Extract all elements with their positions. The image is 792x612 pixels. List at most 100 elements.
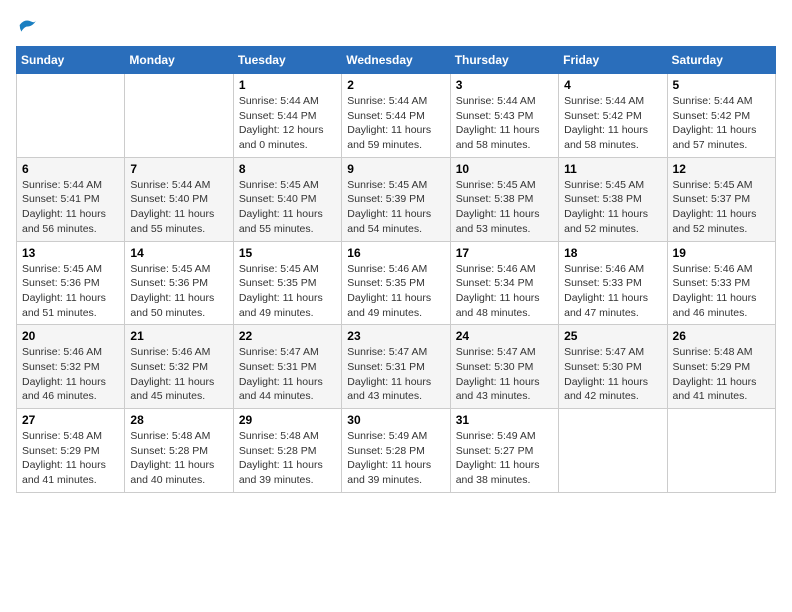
day-info: Sunrise: 5:45 AM Sunset: 5:39 PM Dayligh… [347, 178, 444, 237]
calendar-cell: 22 Sunrise: 5:47 AM Sunset: 5:31 PM Dayli… [233, 325, 341, 409]
day-info: Sunrise: 5:46 AM Sunset: 5:32 PM Dayligh… [22, 345, 119, 404]
day-number: 20 [22, 329, 119, 343]
day-info: Sunrise: 5:46 AM Sunset: 5:33 PM Dayligh… [564, 262, 661, 321]
day-number: 31 [456, 413, 553, 427]
day-info: Sunrise: 5:45 AM Sunset: 5:38 PM Dayligh… [564, 178, 661, 237]
calendar-week-4: 20 Sunrise: 5:46 AM Sunset: 5:32 PM Dayli… [17, 325, 776, 409]
calendar-table: SundayMondayTuesdayWednesdayThursdayFrid… [16, 46, 776, 493]
calendar-cell: 30 Sunrise: 5:49 AM Sunset: 5:28 PM Dayli… [342, 409, 450, 493]
calendar-cell: 29 Sunrise: 5:48 AM Sunset: 5:28 PM Dayli… [233, 409, 341, 493]
calendar-cell: 10 Sunrise: 5:45 AM Sunset: 5:38 PM Dayli… [450, 157, 558, 241]
day-number: 3 [456, 78, 553, 92]
calendar-cell: 26 Sunrise: 5:48 AM Sunset: 5:29 PM Dayli… [667, 325, 775, 409]
day-info: Sunrise: 5:45 AM Sunset: 5:36 PM Dayligh… [22, 262, 119, 321]
day-number: 30 [347, 413, 444, 427]
calendar-cell: 13 Sunrise: 5:45 AM Sunset: 5:36 PM Dayli… [17, 241, 125, 325]
calendar-cell: 3 Sunrise: 5:44 AM Sunset: 5:43 PM Daylig… [450, 74, 558, 158]
page-header [16, 16, 776, 34]
calendar-cell: 28 Sunrise: 5:48 AM Sunset: 5:28 PM Dayli… [125, 409, 233, 493]
day-info: Sunrise: 5:48 AM Sunset: 5:28 PM Dayligh… [239, 429, 336, 488]
calendar-cell: 23 Sunrise: 5:47 AM Sunset: 5:31 PM Dayli… [342, 325, 450, 409]
day-number: 10 [456, 162, 553, 176]
calendar-week-3: 13 Sunrise: 5:45 AM Sunset: 5:36 PM Dayli… [17, 241, 776, 325]
logo-bird-icon [18, 16, 38, 34]
calendar-header: SundayMondayTuesdayWednesdayThursdayFrid… [17, 47, 776, 74]
day-info: Sunrise: 5:44 AM Sunset: 5:43 PM Dayligh… [456, 94, 553, 153]
day-number: 26 [673, 329, 770, 343]
calendar-cell: 11 Sunrise: 5:45 AM Sunset: 5:38 PM Dayli… [559, 157, 667, 241]
calendar-cell: 6Sunrise: 5:44 AM Sunset: 5:41 PM Daylig… [17, 157, 125, 241]
calendar-cell [125, 74, 233, 158]
day-info: Sunrise: 5:44 AM Sunset: 5:44 PM Dayligh… [347, 94, 444, 153]
calendar-cell: 20 Sunrise: 5:46 AM Sunset: 5:32 PM Dayli… [17, 325, 125, 409]
day-number: 2 [347, 78, 444, 92]
day-info: Sunrise: 5:45 AM Sunset: 5:35 PM Dayligh… [239, 262, 336, 321]
calendar-cell: 25Sunrise: 5:47 AM Sunset: 5:30 PM Dayli… [559, 325, 667, 409]
day-number: 6 [22, 162, 119, 176]
calendar-cell: 31 Sunrise: 5:49 AM Sunset: 5:27 PM Dayli… [450, 409, 558, 493]
calendar-cell: 27 Sunrise: 5:48 AM Sunset: 5:29 PM Dayli… [17, 409, 125, 493]
day-info: Sunrise: 5:49 AM Sunset: 5:28 PM Dayligh… [347, 429, 444, 488]
day-info: Sunrise: 5:49 AM Sunset: 5:27 PM Dayligh… [456, 429, 553, 488]
day-number: 13 [22, 246, 119, 260]
calendar-week-1: 1 Sunrise: 5:44 AM Sunset: 5:44 PM Daylig… [17, 74, 776, 158]
calendar-cell: 12Sunrise: 5:45 AM Sunset: 5:37 PM Dayli… [667, 157, 775, 241]
weekday-header-monday: Monday [125, 47, 233, 74]
day-number: 24 [456, 329, 553, 343]
calendar-cell: 16Sunrise: 5:46 AM Sunset: 5:35 PM Dayli… [342, 241, 450, 325]
day-info: Sunrise: 5:47 AM Sunset: 5:31 PM Dayligh… [347, 345, 444, 404]
day-number: 15 [239, 246, 336, 260]
calendar-cell: 9 Sunrise: 5:45 AM Sunset: 5:39 PM Daylig… [342, 157, 450, 241]
weekday-header-sunday: Sunday [17, 47, 125, 74]
day-number: 9 [347, 162, 444, 176]
day-number: 12 [673, 162, 770, 176]
weekday-header-tuesday: Tuesday [233, 47, 341, 74]
day-number: 22 [239, 329, 336, 343]
weekday-header-thursday: Thursday [450, 47, 558, 74]
day-number: 5 [673, 78, 770, 92]
day-number: 23 [347, 329, 444, 343]
calendar-cell: 8Sunrise: 5:45 AM Sunset: 5:40 PM Daylig… [233, 157, 341, 241]
day-info: Sunrise: 5:44 AM Sunset: 5:44 PM Dayligh… [239, 94, 336, 153]
day-number: 14 [130, 246, 227, 260]
weekday-header-friday: Friday [559, 47, 667, 74]
day-number: 1 [239, 78, 336, 92]
calendar-cell: 14Sunrise: 5:45 AM Sunset: 5:36 PM Dayli… [125, 241, 233, 325]
calendar-cell: 5 Sunrise: 5:44 AM Sunset: 5:42 PM Daylig… [667, 74, 775, 158]
day-info: Sunrise: 5:47 AM Sunset: 5:30 PM Dayligh… [456, 345, 553, 404]
day-info: Sunrise: 5:48 AM Sunset: 5:29 PM Dayligh… [673, 345, 770, 404]
calendar-cell: 4Sunrise: 5:44 AM Sunset: 5:42 PM Daylig… [559, 74, 667, 158]
day-info: Sunrise: 5:45 AM Sunset: 5:38 PM Dayligh… [456, 178, 553, 237]
day-number: 18 [564, 246, 661, 260]
calendar-cell: 15 Sunrise: 5:45 AM Sunset: 5:35 PM Dayli… [233, 241, 341, 325]
logo [16, 16, 38, 34]
day-info: Sunrise: 5:46 AM Sunset: 5:33 PM Dayligh… [673, 262, 770, 321]
day-number: 25 [564, 329, 661, 343]
calendar-cell: 17Sunrise: 5:46 AM Sunset: 5:34 PM Dayli… [450, 241, 558, 325]
calendar-cell [17, 74, 125, 158]
day-info: Sunrise: 5:48 AM Sunset: 5:28 PM Dayligh… [130, 429, 227, 488]
day-number: 11 [564, 162, 661, 176]
day-info: Sunrise: 5:44 AM Sunset: 5:42 PM Dayligh… [673, 94, 770, 153]
calendar-cell: 19Sunrise: 5:46 AM Sunset: 5:33 PM Dayli… [667, 241, 775, 325]
calendar-body: 1 Sunrise: 5:44 AM Sunset: 5:44 PM Daylig… [17, 74, 776, 493]
day-number: 27 [22, 413, 119, 427]
calendar-cell: 7Sunrise: 5:44 AM Sunset: 5:40 PM Daylig… [125, 157, 233, 241]
day-info: Sunrise: 5:44 AM Sunset: 5:42 PM Dayligh… [564, 94, 661, 153]
calendar-cell: 24 Sunrise: 5:47 AM Sunset: 5:30 PM Dayli… [450, 325, 558, 409]
day-info: Sunrise: 5:46 AM Sunset: 5:34 PM Dayligh… [456, 262, 553, 321]
weekday-header-saturday: Saturday [667, 47, 775, 74]
day-number: 28 [130, 413, 227, 427]
day-info: Sunrise: 5:48 AM Sunset: 5:29 PM Dayligh… [22, 429, 119, 488]
day-info: Sunrise: 5:47 AM Sunset: 5:31 PM Dayligh… [239, 345, 336, 404]
day-info: Sunrise: 5:46 AM Sunset: 5:32 PM Dayligh… [130, 345, 227, 404]
calendar-cell: 21 Sunrise: 5:46 AM Sunset: 5:32 PM Dayli… [125, 325, 233, 409]
day-number: 8 [239, 162, 336, 176]
calendar-cell: 18 Sunrise: 5:46 AM Sunset: 5:33 PM Dayli… [559, 241, 667, 325]
calendar-cell: 1 Sunrise: 5:44 AM Sunset: 5:44 PM Daylig… [233, 74, 341, 158]
day-number: 29 [239, 413, 336, 427]
weekday-header-wednesday: Wednesday [342, 47, 450, 74]
calendar-cell: 2 Sunrise: 5:44 AM Sunset: 5:44 PM Daylig… [342, 74, 450, 158]
calendar-cell [667, 409, 775, 493]
day-number: 21 [130, 329, 227, 343]
